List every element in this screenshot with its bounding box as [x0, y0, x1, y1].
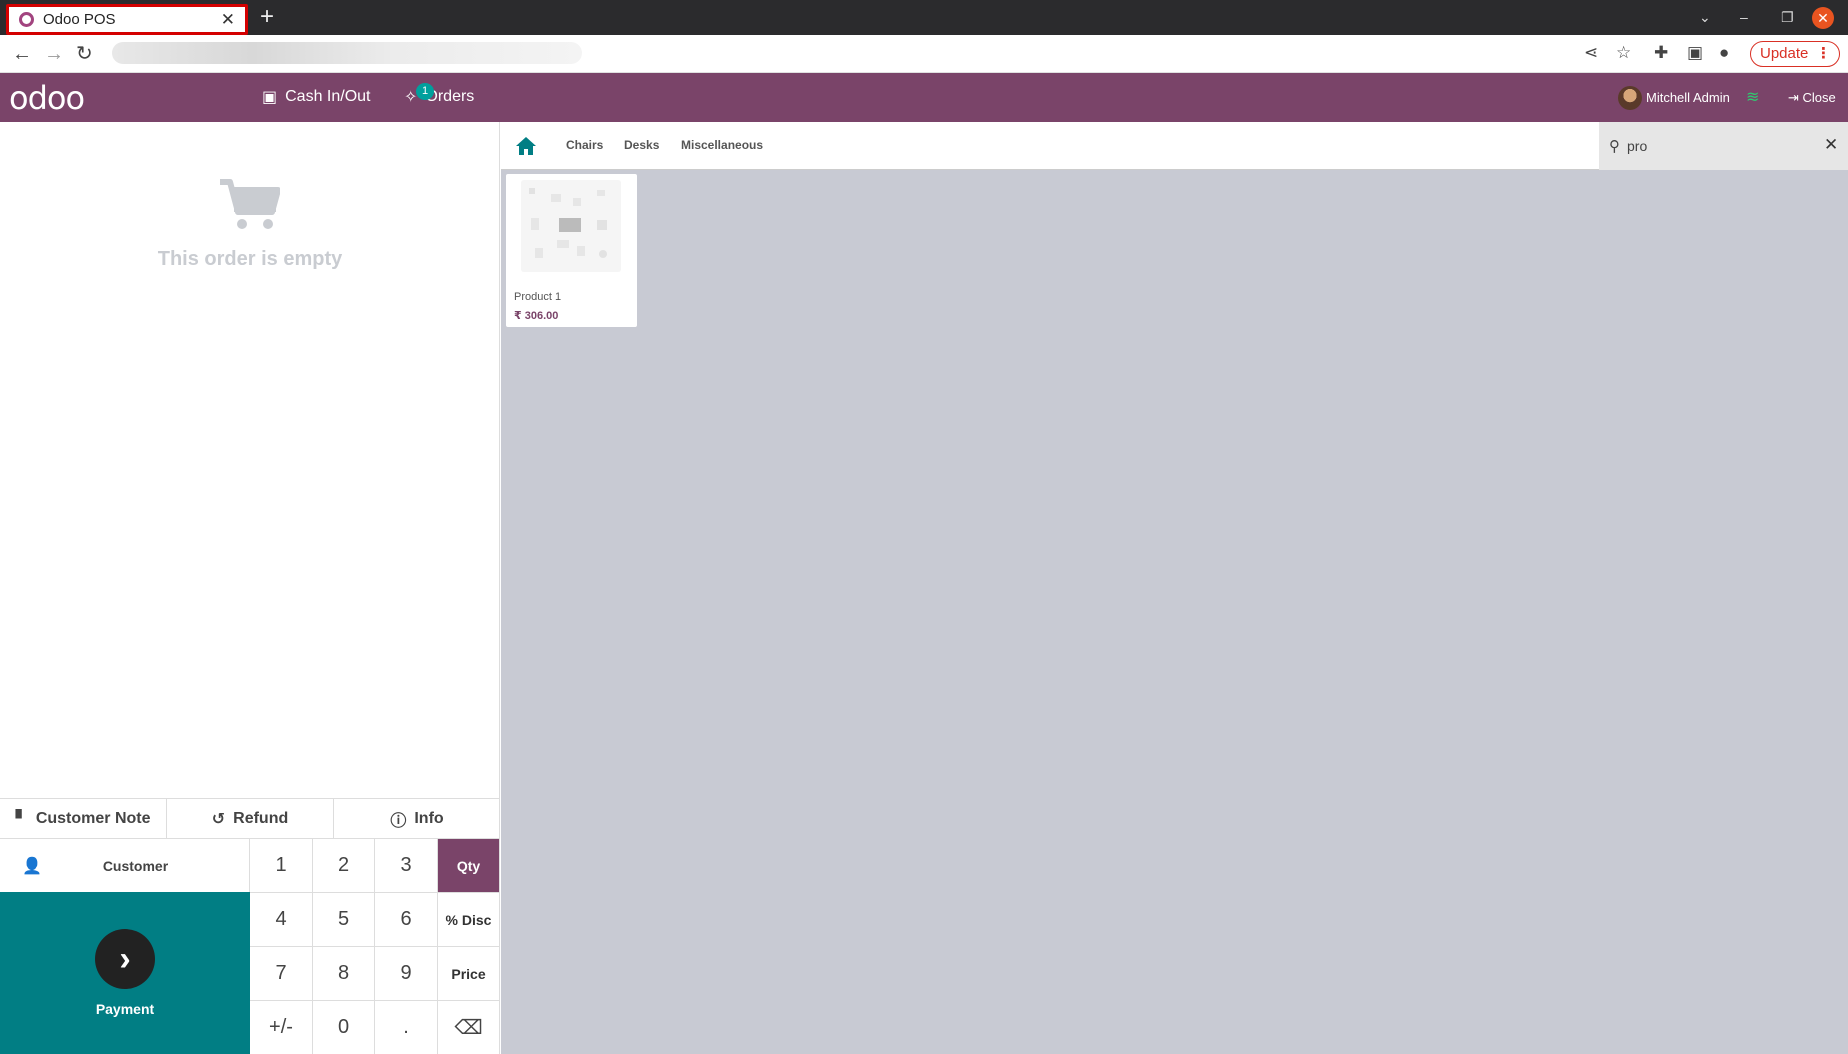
side-panel-icon[interactable]: ▣: [1687, 43, 1703, 63]
sign-out-icon: ⇥: [1788, 90, 1799, 105]
user-icon: 👤: [22, 857, 42, 875]
browser-tab-bar: Odoo POS ✕ + ⌄ – ❐ ✕: [0, 0, 1848, 35]
product-price: ₹ 306.00: [514, 310, 559, 322]
product-card[interactable]: Product 1 ₹ 306.00: [506, 174, 637, 327]
numpad-key-1[interactable]: 1: [250, 838, 313, 892]
back-icon[interactable]: ←: [12, 42, 32, 66]
wifi-icon: ≋: [1746, 89, 1760, 106]
browser-tab[interactable]: Odoo POS ✕: [6, 4, 248, 35]
close-session-button[interactable]: ⇥ Close: [1788, 90, 1836, 106]
tab-close-icon[interactable]: ✕: [221, 11, 235, 28]
browser-toolbar: ← → ↻ ⋖ ☆ ✚ ▣ ● Update ⋮: [0, 35, 1848, 73]
numpad-key-0[interactable]: 0: [313, 1000, 375, 1054]
numpad-key-9[interactable]: 9: [375, 946, 438, 1000]
restore-icon[interactable]: ❐: [1781, 6, 1794, 28]
bookmark-star-icon[interactable]: ☆: [1616, 43, 1631, 63]
user-name[interactable]: Mitchell Admin: [1646, 90, 1730, 105]
empty-order-text: This order is empty: [157, 248, 343, 270]
clear-search-icon[interactable]: ✕: [1824, 135, 1838, 155]
product-screen: Chairs Desks Miscellaneous ⚲ ✕ Product 1…: [501, 122, 1848, 1054]
search-icon: ⚲: [1609, 138, 1620, 155]
category-chairs[interactable]: Chairs: [566, 138, 603, 152]
numpad-key-2[interactable]: 2: [313, 838, 375, 892]
address-bar[interactable]: [112, 42, 582, 64]
order-panel: This order is empty ▘ Customer Note ↺ Re…: [0, 122, 500, 1054]
pos-header: odoo ▣ Cash In/Out ✧ Orders 1 Mitchell A…: [0, 73, 1848, 122]
window-close-icon[interactable]: ✕: [1812, 7, 1834, 29]
numpad-key-8[interactable]: 8: [313, 946, 375, 1000]
info-button[interactable]: ⓘ Info: [334, 799, 500, 838]
control-buttons: ▘ Customer Note ↺ Refund ⓘ Info: [0, 798, 500, 838]
update-button[interactable]: Update ⋮: [1750, 41, 1840, 67]
extensions-icon[interactable]: ✚: [1654, 43, 1668, 63]
numpad-key-dot[interactable]: .: [375, 1000, 438, 1054]
numpad-key-4[interactable]: 4: [250, 892, 313, 946]
discount-mode-button[interactable]: % Disc: [438, 892, 500, 946]
refund-button[interactable]: ↺ Refund: [167, 799, 334, 838]
numpad-key-7[interactable]: 7: [250, 946, 313, 1000]
backspace-icon[interactable]: ⌫: [438, 1000, 500, 1054]
numpad-key-6[interactable]: 6: [375, 892, 438, 946]
undo-icon: ↺: [211, 810, 226, 828]
numpad-key-sign[interactable]: +/-: [250, 1000, 313, 1054]
odoo-favicon-icon: [19, 12, 34, 27]
price-mode-button[interactable]: Price: [438, 946, 500, 1000]
customer-note-button[interactable]: ▘ Customer Note: [0, 799, 167, 838]
orders-count-badge: 1: [416, 83, 434, 100]
product-search: ⚲ ✕: [1599, 122, 1848, 170]
category-miscellaneous[interactable]: Miscellaneous: [681, 138, 763, 152]
home-icon[interactable]: [515, 136, 537, 156]
profile-icon[interactable]: ●: [1719, 43, 1729, 63]
numpad: 1 2 3 Qty 4 5 6 % Disc 7 8 9 Price +/- 0…: [250, 838, 500, 1054]
info-icon: ⓘ: [390, 812, 407, 830]
numpad-key-5[interactable]: 5: [313, 892, 375, 946]
avatar[interactable]: [1618, 86, 1642, 110]
product-name: Product 1: [514, 291, 562, 303]
cash-in-out-button[interactable]: ▣ Cash In/Out: [262, 87, 371, 107]
share-icon[interactable]: ⋖: [1584, 43, 1598, 63]
customer-button[interactable]: 👤 Customer: [0, 838, 250, 892]
note-icon: ▘: [15, 810, 28, 828]
numpad-key-3[interactable]: 3: [375, 838, 438, 892]
category-bar: Chairs Desks Miscellaneous ⚲ ✕: [501, 122, 1848, 170]
product-placeholder-image: [521, 180, 621, 272]
category-desks[interactable]: Desks: [624, 138, 659, 152]
tab-list-chevron-icon[interactable]: ⌄: [1699, 6, 1711, 28]
tab-title: Odoo POS: [43, 11, 116, 28]
money-icon: ▣: [262, 89, 278, 106]
shopping-cart-icon: [220, 179, 280, 229]
new-tab-icon[interactable]: +: [260, 5, 274, 29]
qty-mode-button[interactable]: Qty: [438, 838, 500, 892]
forward-icon[interactable]: →: [44, 42, 64, 66]
more-menu-icon[interactable]: ⋮: [1816, 42, 1831, 65]
odoo-logo: odoo: [9, 79, 85, 117]
reload-icon[interactable]: ↻: [76, 42, 93, 66]
minimize-icon[interactable]: –: [1740, 6, 1748, 28]
payment-button[interactable]: › Payment: [0, 892, 250, 1054]
chevron-right-icon: ›: [95, 929, 155, 989]
orders-button[interactable]: ✧ Orders: [404, 87, 474, 107]
search-input[interactable]: [1627, 136, 1807, 156]
